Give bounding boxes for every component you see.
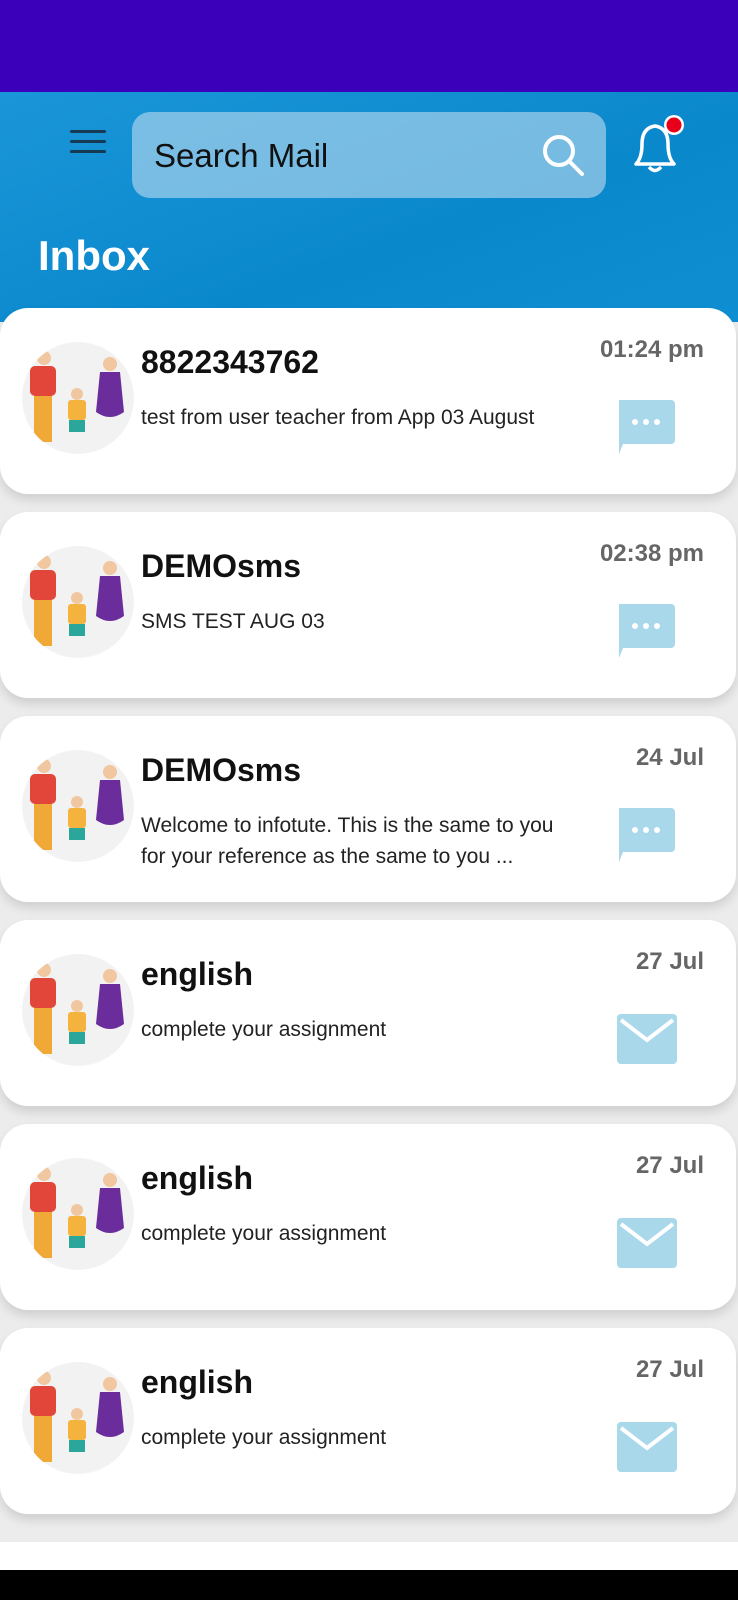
avatar <box>22 954 134 1066</box>
search-bar[interactable] <box>132 112 606 200</box>
message-time: 01:24 pm <box>599 336 704 363</box>
message-card[interactable]: english complete your assignment 27 Jul <box>0 920 736 1106</box>
message-card[interactable]: DEMOsms Welcome to infotute. This is the… <box>0 716 736 902</box>
message-card[interactable]: english complete your assignment 27 Jul <box>0 1124 736 1310</box>
sender-name: english <box>141 956 254 992</box>
family-avatar-icon <box>30 963 124 1054</box>
message-card[interactable]: 8822343762 test from user teacher from A… <box>0 308 736 494</box>
family-avatar-icon <box>30 759 124 850</box>
family-avatar-icon <box>30 1167 124 1258</box>
sender-name: DEMOsms <box>141 548 302 584</box>
search-input[interactable] <box>152 112 536 200</box>
status-bar <box>0 0 738 92</box>
sms-bubble-icon[interactable] <box>615 396 679 458</box>
avatar <box>22 1158 134 1270</box>
message-preview: SMS TEST AUG 03 <box>141 610 325 633</box>
avatar <box>22 546 134 658</box>
notification-dot <box>666 117 682 133</box>
message-preview: complete your assignment <box>141 1426 387 1449</box>
message-time: 27 Jul <box>635 1152 704 1179</box>
message-preview: Welcome to infotute. This is the same to… <box>141 814 554 868</box>
family-avatar-icon <box>30 555 124 646</box>
app-header: Inbox <box>0 92 738 322</box>
sender-name: english <box>141 1160 254 1196</box>
family-avatar-icon <box>30 351 124 442</box>
sms-bubble-icon[interactable] <box>615 600 679 662</box>
mail-envelope-icon[interactable] <box>615 1008 679 1070</box>
message-preview: complete your assignment <box>141 1222 387 1245</box>
message-card[interactable]: DEMOsms SMS TEST AUG 03 02:38 pm <box>0 512 736 698</box>
page-title: Inbox <box>38 232 150 279</box>
menu-button[interactable] <box>70 130 106 156</box>
sender-name: DEMOsms <box>141 752 302 788</box>
message-time: 27 Jul <box>635 948 704 975</box>
mail-envelope-icon[interactable] <box>615 1416 679 1478</box>
search-icon[interactable] <box>540 132 586 178</box>
avatar <box>22 750 134 862</box>
message-time: 24 Jul <box>635 744 704 771</box>
system-nav-bar <box>0 1570 738 1600</box>
sender-name: english <box>141 1364 254 1400</box>
sender-name: 8822343762 <box>141 344 319 380</box>
message-preview: complete your assignment <box>141 1018 387 1041</box>
message-time: 27 Jul <box>635 1356 704 1383</box>
mail-envelope-icon[interactable] <box>615 1212 679 1274</box>
sms-bubble-icon[interactable] <box>615 804 679 866</box>
message-card[interactable]: english complete your assignment 27 Jul <box>0 1328 736 1514</box>
notification-bell-icon[interactable] <box>622 114 688 180</box>
message-time: 02:38 pm <box>599 540 704 567</box>
message-preview: test from user teacher from App 03 Augus… <box>141 406 535 429</box>
avatar <box>22 342 134 454</box>
family-avatar-icon <box>30 1371 124 1462</box>
avatar <box>22 1362 134 1474</box>
